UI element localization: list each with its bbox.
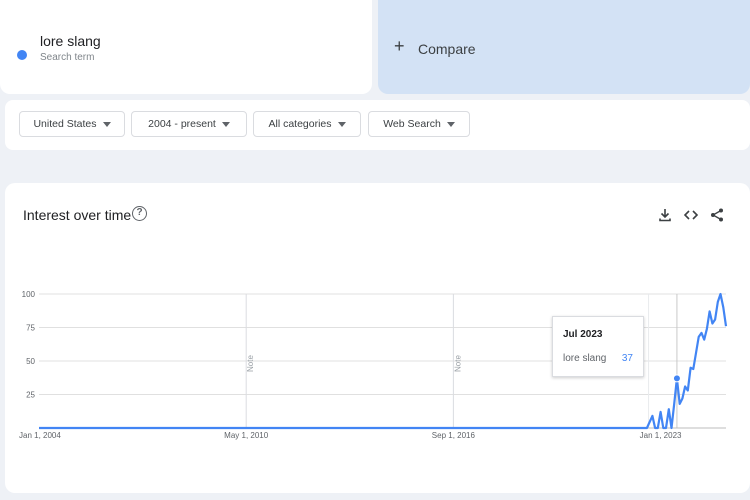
note-label: Note <box>246 355 255 372</box>
tooltip-date: Jul 2023 <box>563 329 603 340</box>
y-tick-label: 100 <box>22 290 36 299</box>
x-tick-label: May 1, 2010 <box>224 431 269 440</box>
highlight-point <box>672 374 681 383</box>
y-tick-label: 75 <box>26 324 35 333</box>
note-label: Note <box>453 355 462 372</box>
x-tick-label: Jan 1, 2023 <box>640 431 682 440</box>
x-tick-label: Jan 1, 2004 <box>19 431 61 440</box>
x-tick-label: Sep 1, 2016 <box>432 431 476 440</box>
y-tick-label: 25 <box>26 391 35 400</box>
tooltip-term: lore slang <box>563 353 607 364</box>
chart-tooltip: Jul 2023 lore slang 37 <box>552 316 644 377</box>
y-tick-label: 50 <box>26 357 35 366</box>
line-chart: 25 50 75 100 Note Note Jan 1, 2004 May 1, 2010 S… <box>19 290 728 440</box>
tooltip-value: 37 <box>621 353 633 364</box>
